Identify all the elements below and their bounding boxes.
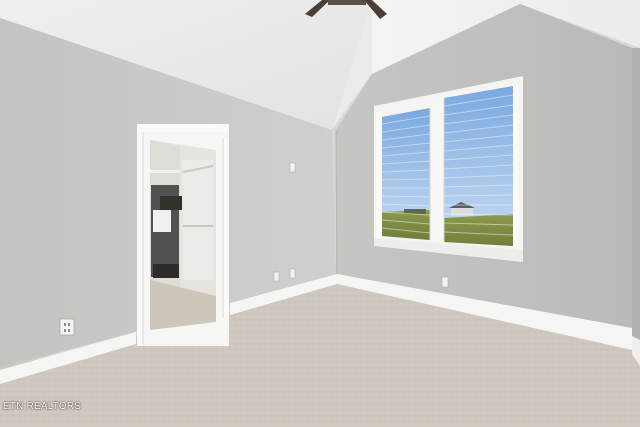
- room-photo: ETN REALTORS: [0, 0, 640, 427]
- far-right-wall-edge: [632, 48, 640, 360]
- double-window: [374, 76, 523, 262]
- room-scene: [0, 0, 640, 427]
- light-switch: [289, 162, 296, 173]
- watermark-text: ETN REALTORS: [3, 401, 82, 412]
- walk-in-closet-doorway: [137, 124, 229, 346]
